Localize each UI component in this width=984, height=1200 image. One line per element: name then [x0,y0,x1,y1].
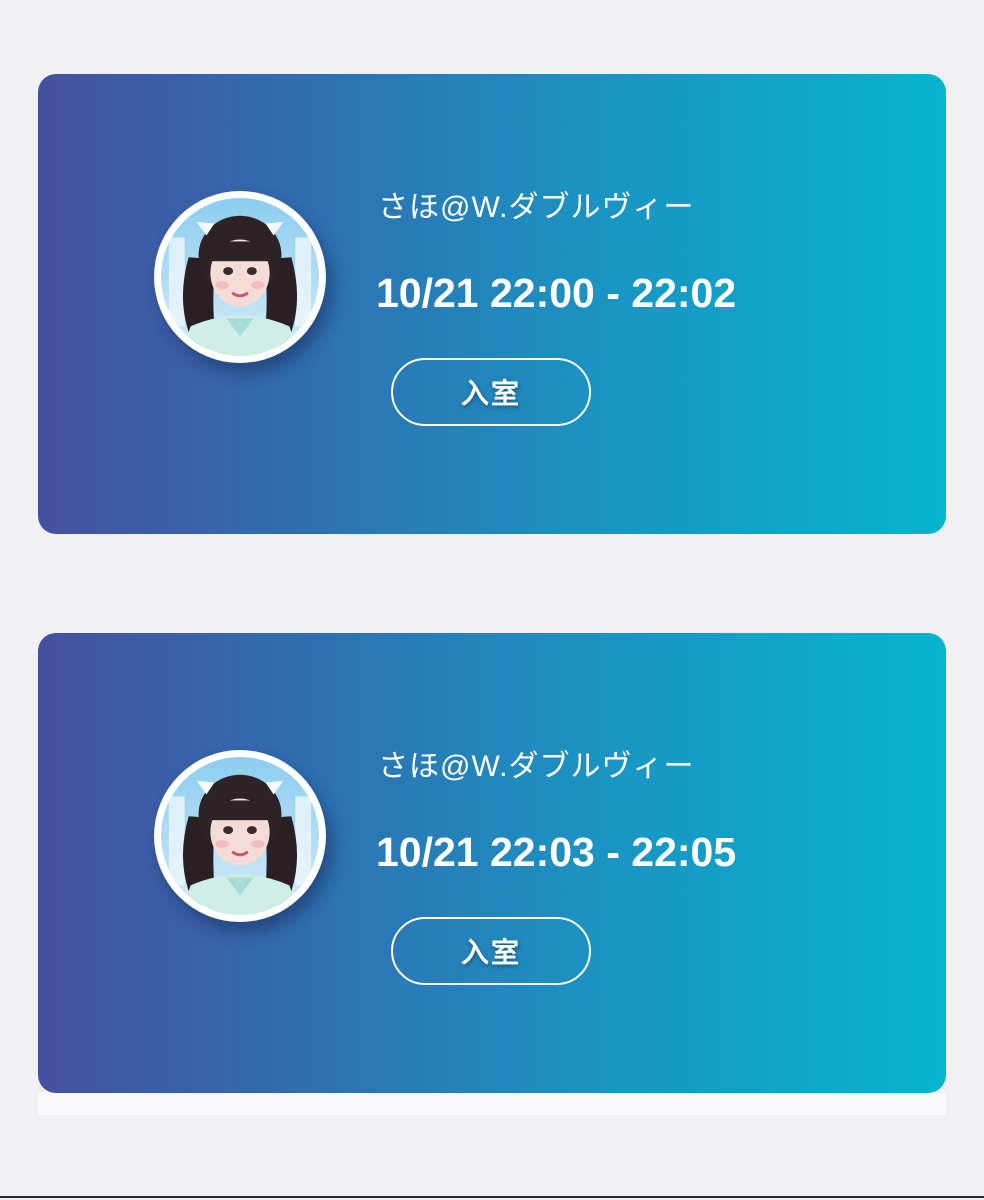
enter-room-button[interactable]: 入室 [391,917,591,985]
performer-avatar-photo [161,198,319,356]
performer-avatar-photo [161,757,319,915]
session-time-range: 10/21 22:00 - 22:02 [376,270,737,316]
enter-room-button[interactable]: 入室 [391,358,591,426]
session-card: さほ@W.ダブルヴィー 10/21 22:00 - 22:02 入室 [38,74,946,534]
list-footer-strip [38,1093,946,1115]
session-time-range: 10/21 22:03 - 22:05 [376,829,737,875]
performer-name: さほ@W.ダブルヴィー [378,191,695,224]
bottom-divider [0,1196,984,1198]
performer-name: さほ@W.ダブルヴィー [378,750,695,783]
performer-avatar [154,191,326,363]
performer-avatar [154,750,326,922]
session-card: さほ@W.ダブルヴィー 10/21 22:03 - 22:05 入室 [38,633,946,1093]
